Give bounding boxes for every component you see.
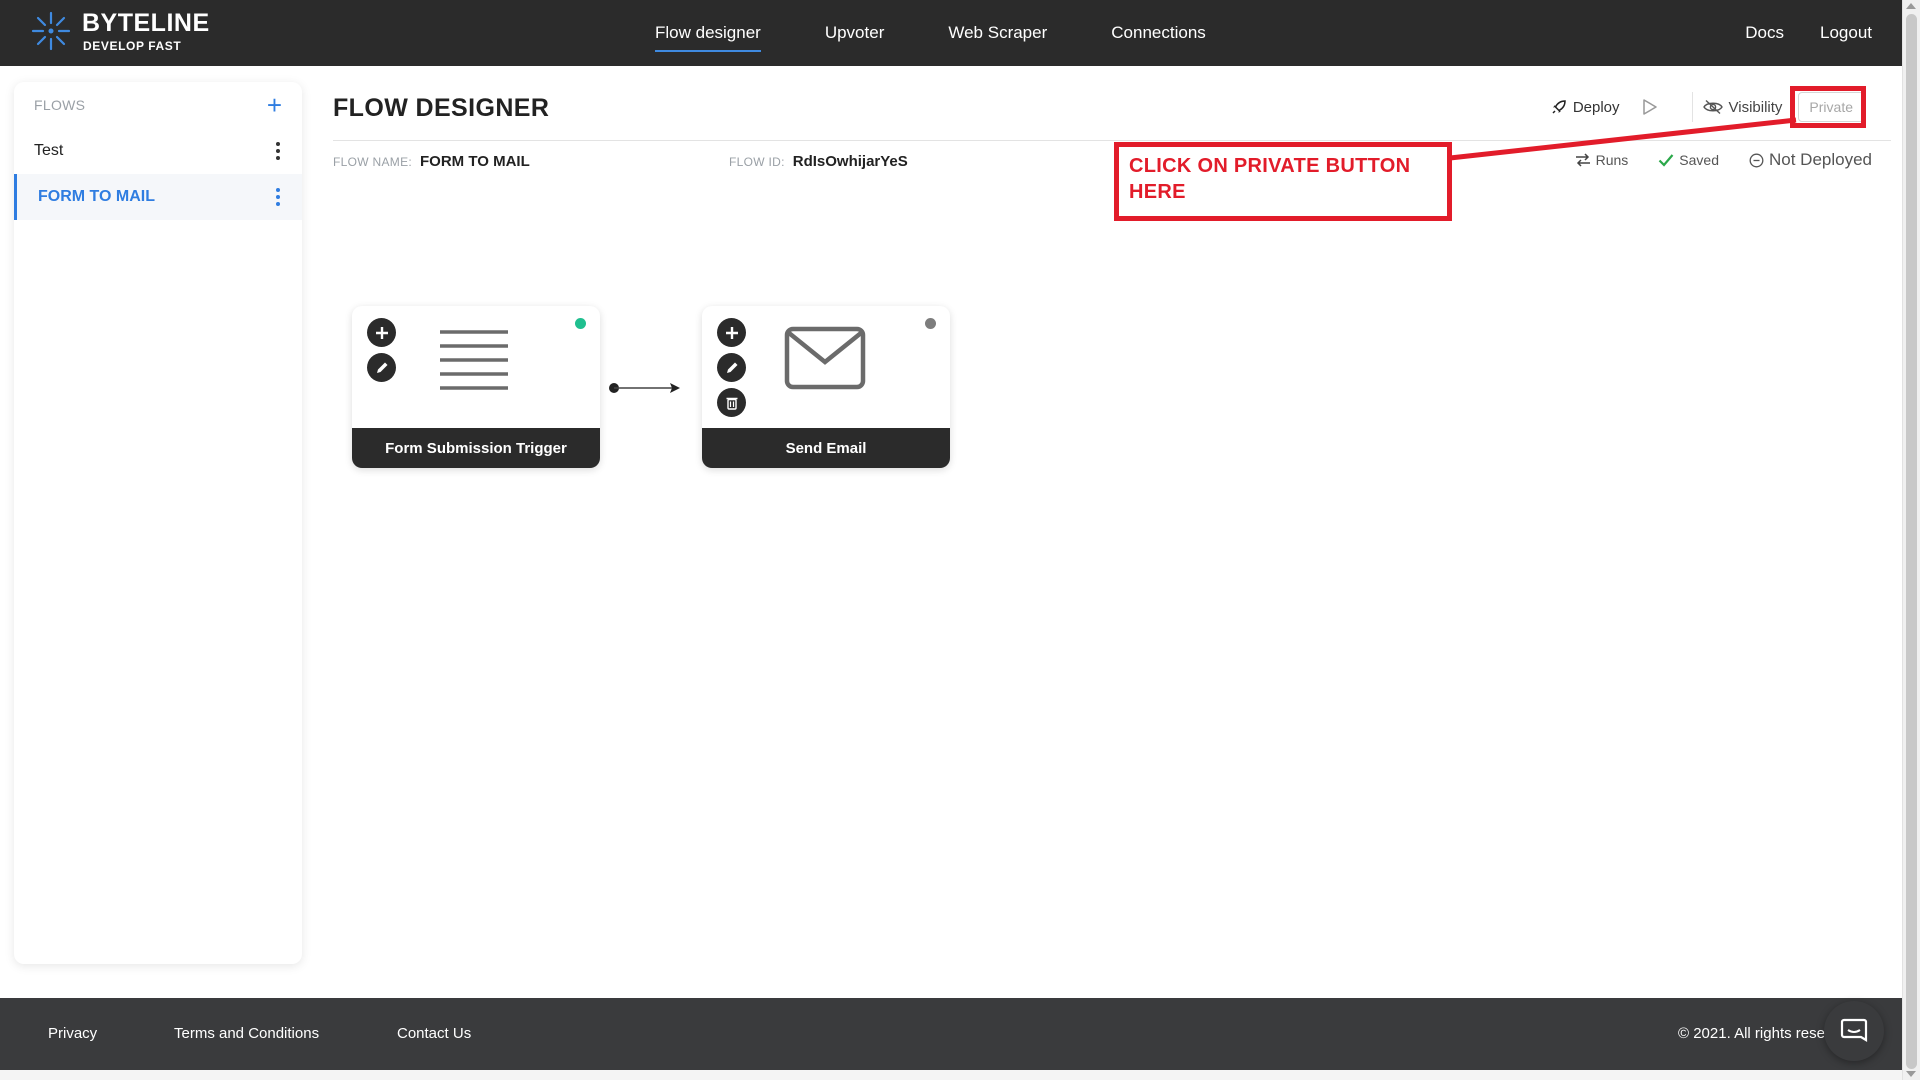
private-button-highlight: [1790, 86, 1866, 128]
flow-id-label: FLOW ID:: [729, 155, 785, 169]
sidebar-item-test[interactable]: Test: [14, 128, 302, 174]
envelope-icon: [784, 326, 866, 390]
form-lines-icon: [440, 330, 508, 390]
sidebar-header: FLOWS +: [14, 82, 302, 128]
annotation-text: CLICK ON PRIVATE BUTTON HERE: [1129, 155, 1411, 203]
runs-label: Runs: [1595, 152, 1629, 168]
scroll-down-arrow-icon[interactable]: [1906, 1071, 1916, 1077]
flow-node-form-trigger[interactable]: Form Submission Trigger: [352, 306, 600, 468]
eye-off-icon: [1702, 99, 1723, 115]
node-status-dot: [925, 318, 936, 329]
nav-upvoter[interactable]: Upvoter: [825, 0, 885, 66]
more-options-icon[interactable]: [274, 142, 282, 160]
footer-contact-link[interactable]: Contact Us: [397, 1025, 471, 1042]
check-icon: [1659, 154, 1674, 167]
page-title: FLOW DESIGNER: [333, 94, 550, 122]
page-footer: Privacy Terms and Conditions Contact Us …: [0, 998, 1902, 1070]
nav-docs[interactable]: Docs: [1745, 0, 1784, 66]
page-scrollbar[interactable]: [1902, 0, 1920, 1080]
header-divider: [333, 140, 1891, 141]
bottom-scrollbar: [0, 1070, 1902, 1080]
flow-node-send-email[interactable]: Send Email: [702, 306, 950, 468]
run-button[interactable]: [1642, 98, 1664, 116]
add-step-plus-icon[interactable]: [717, 318, 746, 347]
main-nav: Flow designer Upvoter Web Scraper Connec…: [655, 0, 1270, 66]
scroll-up-arrow-icon[interactable]: [1906, 3, 1916, 9]
saved-label: Saved: [1679, 152, 1719, 168]
edit-pencil-icon[interactable]: [717, 353, 746, 382]
byteline-logo-icon: [31, 11, 71, 51]
node-title: Send Email: [702, 428, 950, 468]
chat-launcher-button[interactable]: [1824, 1001, 1884, 1061]
minus-circle-icon: [1749, 153, 1764, 167]
flow-connector-arrow: [609, 383, 680, 393]
visibility-label: Visibility: [1702, 98, 1783, 116]
flow-name-label: FLOW NAME:: [333, 155, 413, 169]
node-tools: [367, 318, 396, 382]
node-tools: [717, 318, 746, 417]
brand-name: BYTELINE: [82, 8, 210, 37]
scrollbar-thumb[interactable]: [1906, 14, 1917, 1069]
sidebar-item-form-to-mail[interactable]: FORM TO MAIL: [14, 174, 302, 220]
nav-right: Docs Logout: [1709, 0, 1872, 66]
rocket-icon: [1552, 100, 1566, 114]
footer-terms-link[interactable]: Terms and Conditions: [174, 1025, 319, 1042]
annotation-callout: CLICK ON PRIVATE BUTTON HERE: [1114, 142, 1452, 221]
node-title: Form Submission Trigger: [352, 428, 600, 468]
flow-id: FLOW ID: RdIsOwhijarYeS: [729, 153, 908, 170]
sidebar-item-label: Test: [34, 142, 64, 159]
flow-status-bar: Runs Saved Not Deployed: [1545, 150, 1872, 170]
delete-trash-icon[interactable]: [717, 388, 746, 417]
top-nav: BYTELINE DEVELOP FAST Flow designer Upvo…: [0, 0, 1902, 66]
sidebar-title: FLOWS: [34, 97, 86, 113]
flows-sidebar: FLOWS + Test FORM TO MAIL: [14, 82, 302, 964]
sidebar-item-label: FORM TO MAIL: [38, 188, 156, 205]
edit-pencil-icon[interactable]: [367, 353, 396, 382]
nav-connections[interactable]: Connections: [1111, 0, 1206, 66]
more-options-icon[interactable]: [274, 188, 282, 206]
swap-arrows-icon: [1575, 153, 1590, 167]
deploy-button[interactable]: Deploy: [1551, 99, 1620, 116]
runs-button[interactable]: Runs: [1575, 152, 1629, 168]
flow-id-value: RdIsOwhijarYeS: [792, 153, 908, 170]
footer-copyright: © 2021. All rights reserved.: [1678, 1025, 1842, 1042]
node-status-dot: [575, 318, 586, 329]
brand-logo[interactable]: BYTELINE DEVELOP FAST: [30, 10, 210, 52]
deploy-status-label: Not Deployed: [1768, 150, 1872, 169]
nav-logout[interactable]: Logout: [1820, 0, 1872, 66]
app: BYTELINE DEVELOP FAST Flow designer Upvo…: [0, 0, 1920, 1080]
saved-status: Saved: [1658, 152, 1719, 168]
footer-privacy-link[interactable]: Privacy: [48, 1025, 97, 1042]
flow-name-value: FORM TO MAIL: [420, 153, 530, 170]
deploy-label: Deploy: [1572, 98, 1620, 116]
chat-bubble-icon: [1840, 1018, 1868, 1042]
play-icon: [1642, 99, 1657, 115]
toolbar-divider: [1691, 92, 1693, 122]
nav-flow-designer[interactable]: Flow designer: [655, 0, 761, 66]
add-step-plus-icon[interactable]: [367, 318, 396, 347]
deploy-status: Not Deployed: [1749, 150, 1872, 170]
visibility-text: Visibility: [1728, 98, 1783, 116]
nav-web-scraper[interactable]: Web Scraper: [948, 0, 1047, 66]
add-flow-plus-icon[interactable]: +: [267, 92, 282, 118]
brand-tagline: DEVELOP FAST: [83, 38, 182, 53]
flow-name: FLOW NAME: FORM TO MAIL: [333, 153, 530, 170]
